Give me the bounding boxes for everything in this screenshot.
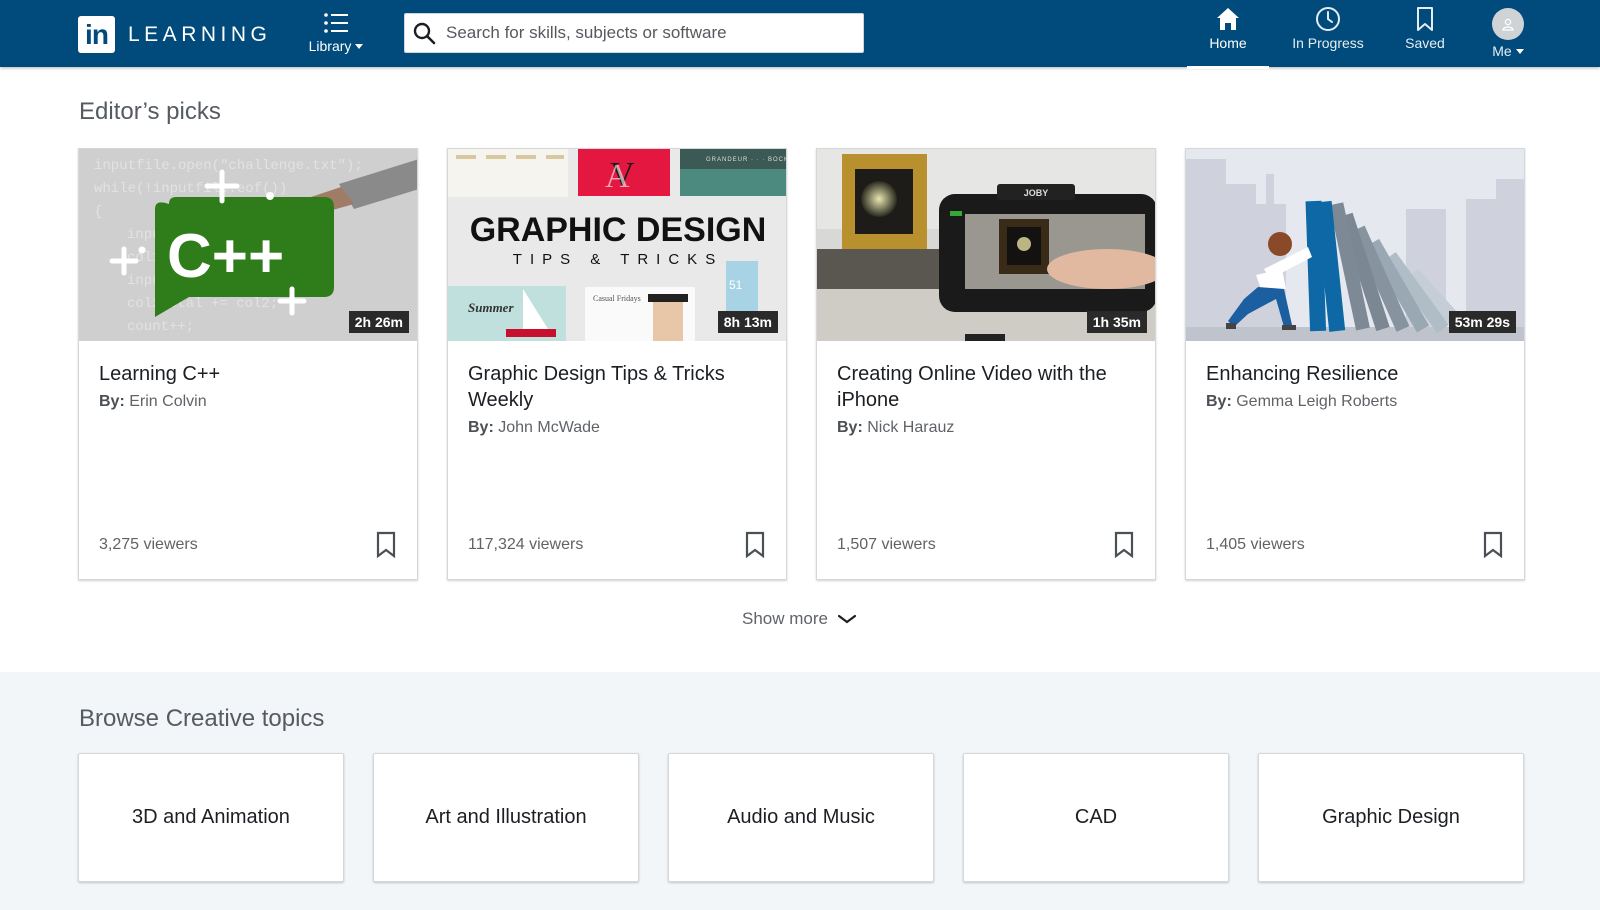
svg-text:col2total += col2;: col2total += col2;: [127, 296, 278, 312]
linkedin-learning-logo[interactable]: in LEARNING: [78, 16, 271, 53]
duration-badge: 1h 35m: [1086, 311, 1147, 333]
svg-text:C++: C++: [167, 222, 284, 291]
bookmark-icon[interactable]: [744, 531, 766, 559]
svg-text:Summer: Summer: [468, 300, 514, 315]
svg-text:51: 51: [729, 278, 743, 292]
course-author: By: John McWade: [468, 419, 766, 437]
nav-saved[interactable]: Saved: [1395, 6, 1455, 64]
search-icon: [413, 22, 436, 45]
topic-tile[interactable]: 3D and Animation: [78, 753, 344, 882]
course-card[interactable]: V A GRANDEUR · · · BOCKS GRAPHIC DESIGN …: [447, 148, 787, 580]
svg-text:GRANDEUR · · · BOCKS: GRANDEUR · · · BOCKS: [706, 157, 786, 163]
nav-saved-label: Saved: [1405, 35, 1445, 51]
course-title[interactable]: Creating Online Video with the iPhone: [837, 361, 1135, 413]
course-author: By: Erin Colvin: [99, 393, 397, 411]
nav-me[interactable]: Me: [1480, 8, 1536, 66]
person-icon: [1502, 18, 1514, 31]
bookmark-icon[interactable]: [1482, 531, 1504, 559]
list-icon: [324, 13, 348, 33]
svg-text:JOBY: JOBY: [1024, 188, 1049, 198]
topic-tile[interactable]: Audio and Music: [668, 753, 934, 882]
search-bar[interactable]: [404, 13, 864, 53]
author-name: Erin Colvin: [129, 393, 207, 410]
svg-text:GRAPHIC DESIGN: GRAPHIC DESIGN: [470, 211, 767, 249]
caret-down-icon: [1515, 48, 1524, 54]
bookmark-icon: [1417, 7, 1433, 31]
author-prefix: By:: [1206, 393, 1232, 410]
duration-badge: 53m 29s: [1448, 311, 1516, 333]
author-prefix: By:: [837, 419, 863, 436]
course-card[interactable]: JOBY 1h 35m Creating Online Video with t…: [816, 148, 1156, 580]
course-author: By: Nick Harauz: [837, 419, 1135, 437]
nav-me-label: Me: [1492, 43, 1512, 59]
svg-text:Casual Fridays: Casual Fridays: [593, 294, 641, 303]
viewer-count: 1,507 viewers: [837, 536, 936, 553]
top-navigation-bar: in LEARNING Library Home In Progress: [0, 0, 1600, 69]
library-menu-button[interactable]: Library: [303, 10, 369, 56]
nav-home-label: Home: [1209, 35, 1247, 51]
clock-icon: [1316, 7, 1340, 31]
svg-text:while(!inputfile.eof()): while(!inputfile.eof()): [94, 181, 287, 197]
bookmark-icon[interactable]: [1113, 531, 1135, 559]
course-title[interactable]: Learning C++: [99, 361, 397, 387]
course-thumbnail: 53m 29s: [1186, 149, 1524, 341]
library-label: Library: [308, 38, 352, 54]
bookmark-icon[interactable]: [375, 531, 397, 559]
topic-tile[interactable]: Art and Illustration: [373, 753, 639, 882]
browse-topics-heading: Browse Creative topics: [79, 705, 325, 732]
show-more-button[interactable]: Show more: [742, 609, 856, 629]
author-prefix: By:: [468, 419, 494, 436]
course-author: By: Gemma Leigh Roberts: [1206, 393, 1504, 411]
avatar-icon: [1492, 8, 1524, 40]
svg-text:TIPS & TRICKS: TIPS & TRICKS: [513, 251, 723, 268]
author-prefix: By:: [99, 393, 125, 410]
search-input[interactable]: [446, 14, 863, 52]
course-card[interactable]: inputfile.open("challenge.txt"); while(!…: [78, 148, 418, 580]
svg-text:{: {: [94, 204, 102, 220]
svg-text:inputfile.open("challenge.txt": inputfile.open("challenge.txt");: [94, 158, 363, 174]
caret-down-icon: [355, 43, 364, 49]
course-card[interactable]: 53m 29s Enhancing Resilience By: Gemma L…: [1185, 148, 1525, 580]
svg-text:count++;: count++;: [127, 319, 194, 335]
author-name: Gemma Leigh Roberts: [1236, 393, 1398, 410]
chevron-down-icon: [837, 614, 856, 624]
course-thumbnail: JOBY 1h 35m: [817, 149, 1155, 341]
home-icon: [1217, 8, 1239, 30]
topic-tile[interactable]: CAD: [963, 753, 1229, 882]
duration-badge: 8h 13m: [717, 311, 778, 333]
svg-text:A: A: [605, 158, 630, 195]
topic-tile[interactable]: Graphic Design: [1258, 753, 1524, 882]
course-thumbnail: V A GRANDEUR · · · BOCKS GRAPHIC DESIGN …: [448, 149, 786, 341]
author-name: Nick Harauz: [867, 419, 955, 436]
viewer-count: 1,405 viewers: [1206, 536, 1305, 553]
course-title[interactable]: Enhancing Resilience: [1206, 361, 1504, 387]
viewer-count: 117,324 viewers: [468, 536, 584, 553]
nav-in-progress-label: In Progress: [1292, 35, 1364, 51]
linkedin-logo-icon: in: [78, 16, 115, 53]
show-more-label: Show more: [742, 609, 828, 628]
author-name: John McWade: [498, 419, 600, 436]
course-title[interactable]: Graphic Design Tips & Tricks Weekly: [468, 361, 766, 413]
duration-badge: 2h 26m: [348, 311, 409, 333]
logo-text: LEARNING: [128, 22, 272, 46]
nav-home[interactable]: Home: [1187, 6, 1269, 69]
course-thumbnail: inputfile.open("challenge.txt"); while(!…: [79, 149, 417, 341]
nav-in-progress[interactable]: In Progress: [1283, 6, 1373, 64]
viewer-count: 3,275 viewers: [99, 536, 198, 553]
editors-picks-heading: Editor’s picks: [79, 98, 221, 125]
